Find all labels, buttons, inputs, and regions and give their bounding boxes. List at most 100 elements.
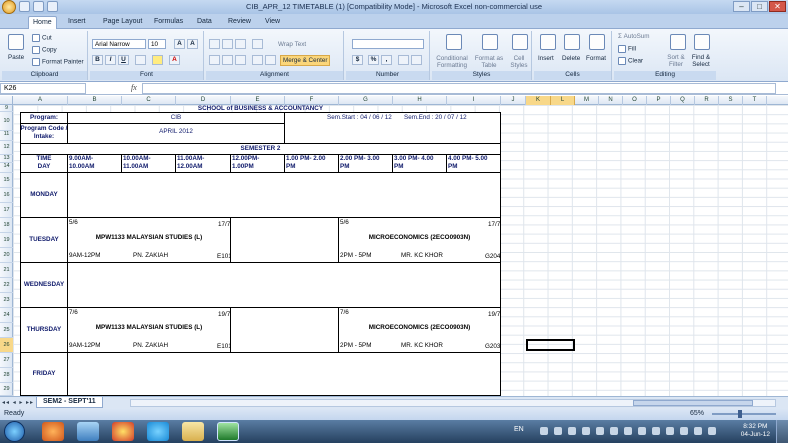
currency-button[interactable]: $ [352,55,363,65]
insert-function-button[interactable]: fx [131,83,137,92]
column-header[interactable]: C [122,96,176,105]
format-painter-button[interactable]: Format Painter [32,58,84,66]
tab-data[interactable]: Data [193,16,216,29]
tray-icon[interactable] [568,427,576,435]
show-desktop-button[interactable] [776,420,788,443]
tray-icon[interactable] [652,427,660,435]
column-header[interactable]: E [231,96,285,105]
minimize-button[interactable]: – [733,1,750,12]
insert-cells-button[interactable]: Insert [538,55,554,62]
row-header[interactable]: 9 [0,105,13,112]
align-center-icon[interactable] [222,55,233,65]
italic-button[interactable]: I [105,55,116,65]
tab-formulas[interactable]: Formulas [150,16,187,29]
network-icon[interactable] [680,427,688,435]
system-clock[interactable]: 8:32 PM 04-Jun-12 [741,423,770,439]
row-header[interactable]: 29 [0,383,13,396]
zoom-level[interactable]: 65% [690,410,704,417]
paste-button[interactable]: Paste [8,54,24,61]
find-select-button[interactable]: Find & Select [688,54,714,68]
battery-icon[interactable] [708,427,716,435]
formula-input[interactable] [142,83,776,94]
row-header[interactable]: 14 [0,163,13,173]
decrease-indent-icon[interactable] [252,55,263,65]
cut-button[interactable]: Cut [32,34,52,42]
sheet-nav-arrows-icon[interactable]: ◂◂ ◂ ▸ ▸▸ [2,399,34,406]
tray-icon[interactable] [610,427,618,435]
column-header[interactable]: I [447,96,501,105]
column-header[interactable]: M [575,96,599,105]
close-button[interactable]: ✕ [769,1,786,12]
align-bottom-icon[interactable] [235,39,246,49]
skype-icon[interactable] [147,422,169,441]
row-header[interactable]: 24 [0,308,13,323]
maximize-button[interactable]: □ [751,1,768,12]
friday-slot-area[interactable] [67,352,501,396]
tab-view[interactable]: View [261,16,284,29]
grow-font-button[interactable]: A [174,39,185,49]
decrease-decimal-icon[interactable] [411,55,422,65]
underline-button[interactable]: U [118,55,129,65]
comma-button[interactable]: , [381,55,392,65]
column-header[interactable]: H [393,96,447,105]
row-header-selected[interactable]: 26 [0,338,13,353]
align-right-icon[interactable] [235,55,246,65]
column-header[interactable]: G [339,96,393,105]
fill-button[interactable]: Fill [618,45,636,53]
align-top-icon[interactable] [209,39,220,49]
notepad-icon[interactable] [77,422,99,441]
column-header[interactable]: J [501,96,526,105]
fill-color-icon[interactable] [152,55,163,65]
column-header-selected[interactable]: L [551,96,575,105]
borders-icon[interactable] [135,55,146,65]
format-cells-button[interactable]: Format [586,55,606,62]
row-header[interactable]: 13 [0,155,13,163]
conditional-formatting-button[interactable]: Conditional Formatting [434,55,470,69]
horizontal-scrollbar[interactable] [130,399,776,407]
sheet-tab[interactable]: SEM2 - SEPT'11 [36,397,103,408]
increase-decimal-icon[interactable] [398,55,409,65]
column-header[interactable]: N [599,96,623,105]
column-header[interactable]: S [719,96,743,105]
zoom-slider-handle[interactable] [738,410,742,418]
clear-button[interactable]: Clear [618,57,643,65]
font-size-select[interactable]: 10 [148,39,166,49]
wednesday-slot-area[interactable] [67,262,501,308]
name-box[interactable]: K26 [0,83,86,94]
select-all-corner[interactable] [0,96,13,105]
row-header[interactable]: 21 [0,263,13,278]
language-indicator[interactable]: EN [514,426,524,433]
row-header[interactable]: 18 [0,218,13,233]
start-button-icon[interactable] [4,421,25,442]
row-header[interactable]: 16 [0,188,13,203]
row-header[interactable]: 19 [0,233,13,248]
scroll-thumb[interactable] [633,400,753,406]
monday-slot-area[interactable] [67,172,501,218]
row-header[interactable]: 28 [0,368,13,383]
row-header[interactable]: 23 [0,293,13,308]
row-header[interactable]: 12 [0,141,13,155]
row-header[interactable]: 11 [0,131,13,141]
column-header[interactable]: O [623,96,647,105]
number-format-select[interactable] [352,39,424,49]
row-header[interactable]: 20 [0,248,13,263]
cell-styles-button[interactable]: Cell Styles [508,55,530,69]
chrome-icon[interactable] [112,422,134,441]
orientation-icon[interactable] [252,39,263,49]
tab-review[interactable]: Review [224,16,255,29]
column-header[interactable]: T [743,96,767,105]
tray-icon[interactable] [582,427,590,435]
row-header[interactable]: 15 [0,173,13,188]
column-header[interactable]: F [285,96,339,105]
wrap-text-button[interactable]: Wrap Text [278,41,306,48]
column-header[interactable]: R [695,96,719,105]
tray-icon[interactable] [596,427,604,435]
firefox-icon[interactable] [42,422,64,441]
tab-home[interactable]: Home [28,16,57,30]
tray-icon[interactable] [666,427,674,435]
align-left-icon[interactable] [209,55,220,65]
tab-page-layout[interactable]: Page Layout [99,16,146,29]
free-slot[interactable] [230,217,339,263]
row-header[interactable]: 17 [0,203,13,218]
semester-dates-cell[interactable] [284,112,501,144]
